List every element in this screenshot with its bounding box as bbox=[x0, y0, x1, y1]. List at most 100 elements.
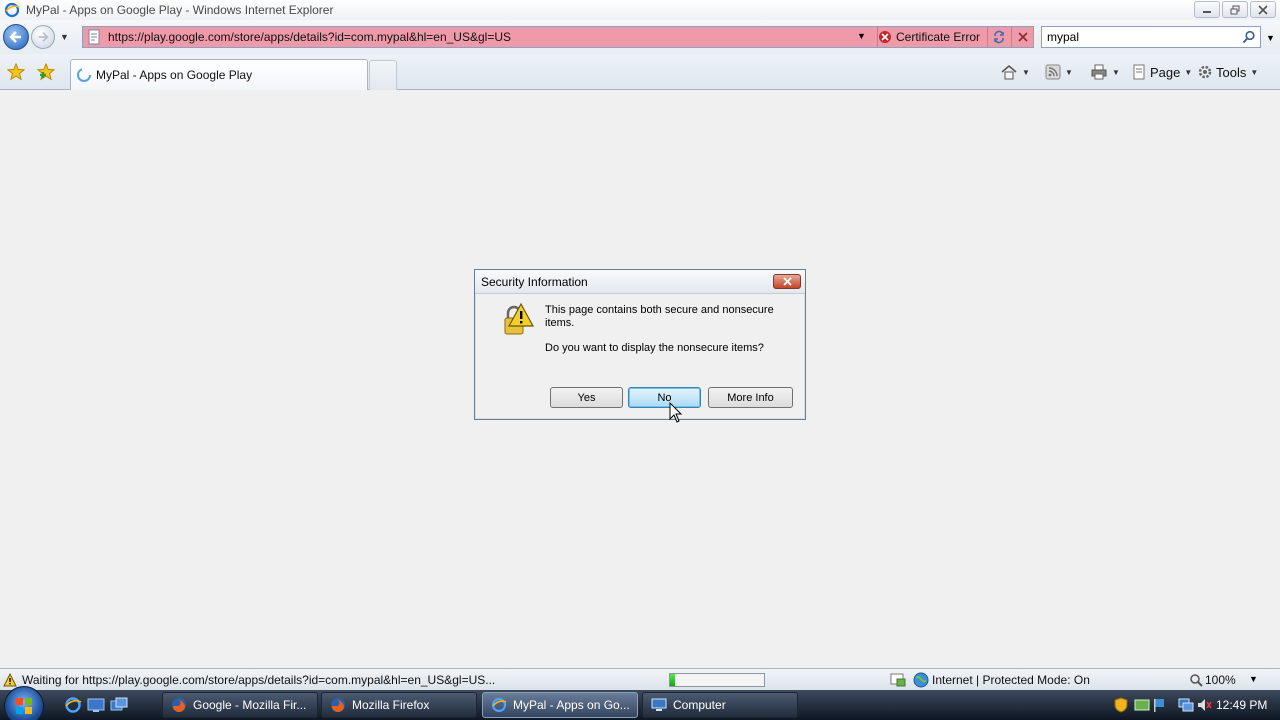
add-star-icon bbox=[37, 63, 55, 81]
firefox-icon bbox=[172, 698, 186, 712]
tools-menu[interactable]: Tools ▼ bbox=[1197, 62, 1258, 82]
stop-x-icon bbox=[1017, 32, 1028, 42]
popup-blocker-icon[interactable] bbox=[890, 673, 906, 687]
search-input[interactable] bbox=[1047, 30, 1237, 44]
close-icon bbox=[1258, 4, 1268, 15]
show-desktop-icon[interactable] bbox=[87, 696, 105, 714]
taskbar-button-label: Computer bbox=[673, 698, 726, 712]
feeds-button[interactable]: ▼ bbox=[1045, 62, 1073, 82]
new-tab-button[interactable] bbox=[369, 60, 397, 90]
security-warning-icon bbox=[504, 302, 535, 335]
taskbar-button-label: Google - Mozilla Fir... bbox=[193, 698, 307, 712]
progress-bar bbox=[669, 673, 765, 687]
history-dropdown-icon[interactable]: ▼ bbox=[60, 32, 69, 42]
switch-windows-icon[interactable] bbox=[110, 696, 128, 714]
window-controls bbox=[1194, 1, 1276, 18]
loading-icon bbox=[77, 68, 91, 82]
add-favorites-button[interactable] bbox=[36, 62, 56, 82]
dialog-question: Do you want to display the nonsecure ite… bbox=[545, 342, 764, 354]
security-shield-icon[interactable] bbox=[1114, 697, 1128, 713]
tools-dropdown-icon: ▼ bbox=[1250, 67, 1259, 77]
forward-arrow-icon bbox=[38, 32, 49, 42]
navigation-bar: ▼ https://play.google.com/store/apps/det… bbox=[0, 20, 1280, 54]
tab-label: MyPal - Apps on Google Play bbox=[96, 68, 253, 82]
yes-button[interactable]: Yes bbox=[550, 387, 623, 408]
start-button[interactable] bbox=[4, 686, 44, 720]
mouse-cursor-icon bbox=[669, 402, 683, 423]
warning-icon bbox=[3, 673, 17, 687]
security-zone[interactable]: Internet | Protected Mode: On bbox=[932, 673, 1090, 687]
close-icon bbox=[782, 277, 792, 286]
feeds-dropdown-icon[interactable]: ▼ bbox=[1065, 68, 1073, 77]
status-bar: Waiting for https://play.google.com/stor… bbox=[0, 668, 1280, 690]
taskbar-button-label: Mozilla Firefox bbox=[352, 698, 430, 712]
title-bar: MyPal - Apps on Google Play - Windows In… bbox=[0, 0, 1280, 20]
zoom-level[interactable]: 100% bbox=[1205, 673, 1236, 687]
more-info-button[interactable]: More Info bbox=[708, 387, 793, 408]
zoom-icon[interactable] bbox=[1189, 673, 1203, 687]
restore-button[interactable] bbox=[1222, 1, 1248, 18]
home-icon bbox=[1001, 64, 1017, 80]
no-button[interactable]: No bbox=[628, 387, 701, 408]
gear-icon bbox=[1198, 65, 1212, 79]
close-window-button[interactable] bbox=[1250, 1, 1276, 18]
stop-button[interactable] bbox=[1011, 27, 1033, 47]
refresh-icon bbox=[993, 30, 1004, 44]
page-icon bbox=[1133, 64, 1145, 80]
rss-icon bbox=[1045, 64, 1061, 80]
print-dropdown-icon[interactable]: ▼ bbox=[1112, 68, 1120, 77]
firefox-icon bbox=[331, 698, 345, 712]
favorites-button[interactable] bbox=[6, 62, 26, 82]
tab-mypal[interactable]: MyPal - Apps on Google Play bbox=[70, 59, 368, 90]
page-dropdown-icon: ▼ bbox=[1184, 67, 1193, 77]
minimize-button[interactable] bbox=[1194, 1, 1220, 18]
certificate-error-button[interactable]: Certificate Error bbox=[877, 27, 985, 47]
computer-icon bbox=[651, 698, 667, 711]
globe-icon bbox=[913, 672, 929, 688]
network-tray-icon[interactable] bbox=[1134, 697, 1150, 713]
home-button[interactable]: ▼ bbox=[1000, 62, 1030, 82]
minimize-icon bbox=[1203, 10, 1211, 13]
print-button[interactable]: ▼ bbox=[1090, 62, 1120, 82]
taskbar-button-computer[interactable]: Computer bbox=[642, 692, 798, 718]
refresh-button[interactable] bbox=[987, 27, 1009, 47]
forward-button[interactable] bbox=[31, 25, 55, 49]
back-arrow-icon bbox=[9, 31, 21, 43]
flag-tray-icon[interactable] bbox=[1152, 697, 1166, 713]
volume-muted-icon[interactable] bbox=[1196, 697, 1212, 713]
progress-fill bbox=[670, 674, 675, 686]
tab-bar: MyPal - Apps on Google Play ▼ ▼ ▼ Page ▼… bbox=[0, 54, 1280, 90]
search-icon[interactable] bbox=[1242, 30, 1256, 44]
taskbar-button-firefox[interactable]: Mozilla Firefox bbox=[321, 692, 477, 718]
address-bar[interactable]: https://play.google.com/store/apps/detai… bbox=[82, 26, 1034, 48]
ie-icon bbox=[491, 697, 507, 713]
taskbar-button-ie[interactable]: MyPal - Apps on Go... bbox=[482, 692, 638, 718]
printer-icon bbox=[1091, 64, 1107, 80]
ie-icon bbox=[4, 2, 20, 18]
home-dropdown-icon[interactable]: ▼ bbox=[1022, 68, 1030, 77]
search-box[interactable] bbox=[1041, 26, 1261, 48]
search-dropdown-icon[interactable]: ▼ bbox=[1266, 33, 1275, 43]
taskbar: Google - Mozilla Fir... Mozilla Firefox … bbox=[0, 686, 1280, 720]
address-dropdown-icon[interactable]: ▼ bbox=[857, 31, 866, 41]
windows-logo-icon bbox=[16, 698, 32, 714]
page-icon bbox=[88, 29, 100, 45]
clock[interactable]: 12:49 PM bbox=[1216, 698, 1267, 712]
dialog-title: Security Information bbox=[481, 275, 588, 289]
url-text[interactable]: https://play.google.com/store/apps/detai… bbox=[108, 30, 511, 44]
taskbar-button-label: MyPal - Apps on Go... bbox=[513, 698, 630, 712]
shield-error-icon bbox=[879, 31, 891, 43]
restore-icon bbox=[1230, 5, 1240, 14]
network-connection-icon[interactable] bbox=[1178, 697, 1194, 713]
page-menu[interactable]: Page ▼ bbox=[1131, 62, 1192, 82]
certificate-error-label: Certificate Error bbox=[896, 30, 981, 44]
status-text: Waiting for https://play.google.com/stor… bbox=[22, 673, 496, 687]
back-button[interactable] bbox=[3, 24, 29, 50]
taskbar-button-google-firefox[interactable]: Google - Mozilla Fir... bbox=[162, 692, 318, 718]
star-icon bbox=[7, 63, 25, 81]
window-title: MyPal - Apps on Google Play - Windows In… bbox=[26, 3, 334, 17]
ie-quicklaunch-icon[interactable] bbox=[64, 696, 82, 714]
zoom-dropdown-icon[interactable]: ▼ bbox=[1249, 674, 1258, 684]
page-menu-label: Page bbox=[1150, 64, 1181, 80]
dialog-close-button[interactable] bbox=[773, 274, 801, 289]
